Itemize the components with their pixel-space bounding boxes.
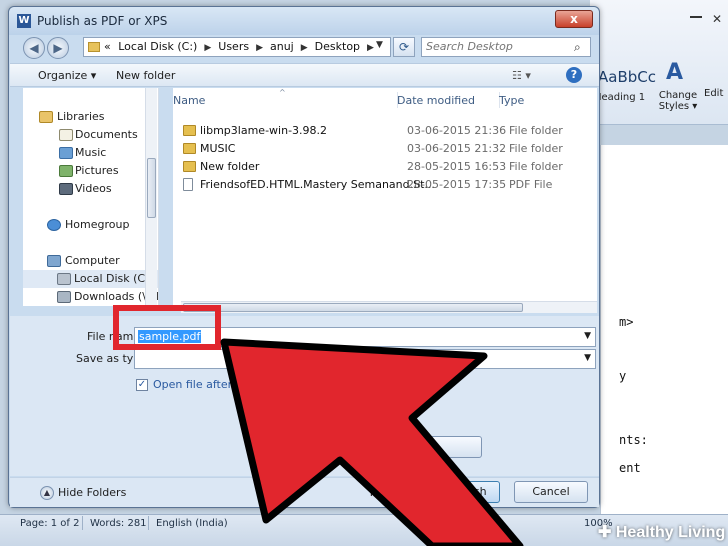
watermark-text: Healthy Living (615, 524, 726, 541)
plus-logo-icon: ✚ (598, 524, 612, 541)
red-arrow-icon (220, 338, 524, 546)
healthy-living-watermark: ✚ Healthy Living (598, 522, 725, 542)
